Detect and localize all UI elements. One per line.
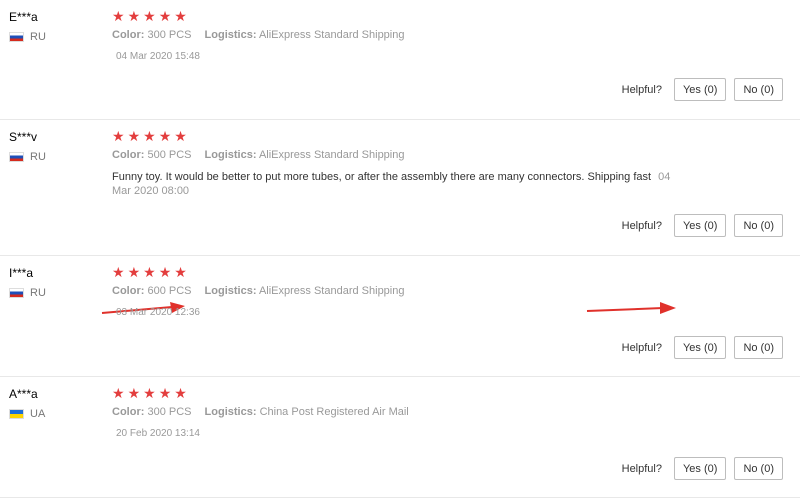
color-key: Color: <box>112 149 145 161</box>
reviewer-country: RU <box>9 31 46 43</box>
star-icon: ★ <box>174 385 187 401</box>
reviewer-country: UA <box>9 408 45 420</box>
star-icon: ★ <box>143 385 156 401</box>
star-icon: ★ <box>143 264 156 280</box>
logistics-key: Logistics: <box>204 29 257 41</box>
color-value: 600 PCS <box>147 285 192 297</box>
logistics-value: AliExpress Standard Shipping <box>258 29 405 41</box>
rating-stars: ★ ★ ★ ★ ★ <box>112 386 187 400</box>
review-item: A***a UA ★ ★ ★ ★ ★ Color: 300 PCS Logist… <box>0 377 800 498</box>
helpful-no-button[interactable]: No (0) <box>734 78 783 101</box>
color-key: Color: <box>112 29 145 41</box>
review-date: 03 Mar 2020 12:36 <box>116 307 200 318</box>
star-icon: ★ <box>112 128 125 144</box>
helpful-controls: Helpful? Yes (0) No (0) <box>622 336 783 359</box>
color-value: 500 PCS <box>147 149 192 161</box>
rating-stars: ★ ★ ★ ★ ★ <box>112 265 187 279</box>
star-icon: ★ <box>112 385 125 401</box>
star-icon: ★ <box>112 8 125 24</box>
reviewer-name: E***a <box>9 10 38 24</box>
flag-ru-icon <box>9 288 24 298</box>
logistics-key: Logistics: <box>204 149 257 161</box>
star-icon: ★ <box>158 128 172 144</box>
logistics-value: AliExpress Standard Shipping <box>258 149 405 161</box>
helpful-yes-button[interactable]: Yes (0) <box>673 336 727 359</box>
logistics-value: AliExpress Standard Shipping <box>258 285 405 297</box>
star-icon: ★ <box>158 8 172 24</box>
helpful-no-button[interactable]: No (0) <box>734 336 783 359</box>
reviewer-name: I***a <box>9 266 34 280</box>
logistics-value: China Post Registered Air Mail <box>259 406 409 418</box>
helpful-controls: Helpful? Yes (0) No (0) <box>622 78 783 101</box>
rating-stars: ★ ★ ★ ★ ★ <box>112 9 187 23</box>
helpful-label: Helpful? <box>621 83 662 96</box>
helpful-yes-button[interactable]: Yes (0) <box>673 457 727 480</box>
star-icon: ★ <box>112 264 125 280</box>
star-icon: ★ <box>143 128 156 144</box>
country-code: RU <box>30 287 46 299</box>
order-meta: Color: 500 PCS Logistics: AliExpress Sta… <box>112 149 414 161</box>
helpful-yes-button[interactable]: Yes (0) <box>673 78 727 101</box>
star-icon: ★ <box>127 128 141 144</box>
color-value: 300 PCS <box>147 406 192 418</box>
helpful-label: Helpful? <box>621 462 662 475</box>
rating-stars: ★ ★ ★ ★ ★ <box>112 129 187 143</box>
helpful-yes-button[interactable]: Yes (0) <box>673 214 727 237</box>
helpful-controls: Helpful? Yes (0) No (0) <box>622 214 783 237</box>
review-item: E***a RU ★ ★ ★ ★ ★ Color: 300 PCS Logist… <box>0 0 800 120</box>
star-icon: ★ <box>158 385 172 401</box>
review-feedback: Funny toy. It would be better to put mor… <box>112 170 692 198</box>
helpful-no-button[interactable]: No (0) <box>734 214 783 237</box>
star-icon: ★ <box>127 8 141 24</box>
flag-ru-icon <box>9 152 24 162</box>
flag-ua-icon <box>9 409 24 419</box>
order-meta: Color: 600 PCS Logistics: AliExpress Sta… <box>112 285 414 297</box>
reviewer-name: S***v <box>9 130 38 144</box>
color-key: Color: <box>112 285 145 297</box>
country-code: RU <box>30 151 46 163</box>
review-item: I***a RU ★ ★ ★ ★ ★ Color: 600 PCS Logist… <box>0 256 800 377</box>
country-code: UA <box>30 408 46 420</box>
review-date: 04 Mar 2020 15:48 <box>116 51 200 62</box>
logistics-key: Logistics: <box>204 285 257 297</box>
star-icon: ★ <box>174 8 187 24</box>
star-icon: ★ <box>127 385 141 401</box>
logistics-key: Logistics: <box>204 406 257 418</box>
color-value: 300 PCS <box>147 29 192 41</box>
country-code: RU <box>30 31 46 43</box>
review-item: S***v RU ★ ★ ★ ★ ★ Color: 500 PCS Logist… <box>0 120 800 314</box>
star-icon: ★ <box>174 264 187 280</box>
helpful-label: Helpful? <box>621 341 662 354</box>
helpful-label: Helpful? <box>621 219 662 232</box>
order-meta: Color: 300 PCS Logistics: China Post Reg… <box>112 406 419 418</box>
star-icon: ★ <box>127 264 141 280</box>
reviewer-country: RU <box>9 151 46 163</box>
star-icon: ★ <box>174 128 187 144</box>
review-date: 20 Feb 2020 13:14 <box>116 428 200 439</box>
star-icon: ★ <box>158 264 172 280</box>
helpful-no-button[interactable]: No (0) <box>734 457 783 480</box>
flag-ru-icon <box>9 32 24 42</box>
reviewer-country: RU <box>9 287 46 299</box>
star-icon: ★ <box>143 8 156 24</box>
feedback-text: Funny toy. It would be better to put mor… <box>112 171 652 183</box>
order-meta: Color: 300 PCS Logistics: AliExpress Sta… <box>112 29 414 41</box>
reviewer-name: A***a <box>9 387 38 401</box>
color-key: Color: <box>112 406 145 418</box>
helpful-controls: Helpful? Yes (0) No (0) <box>622 457 783 480</box>
